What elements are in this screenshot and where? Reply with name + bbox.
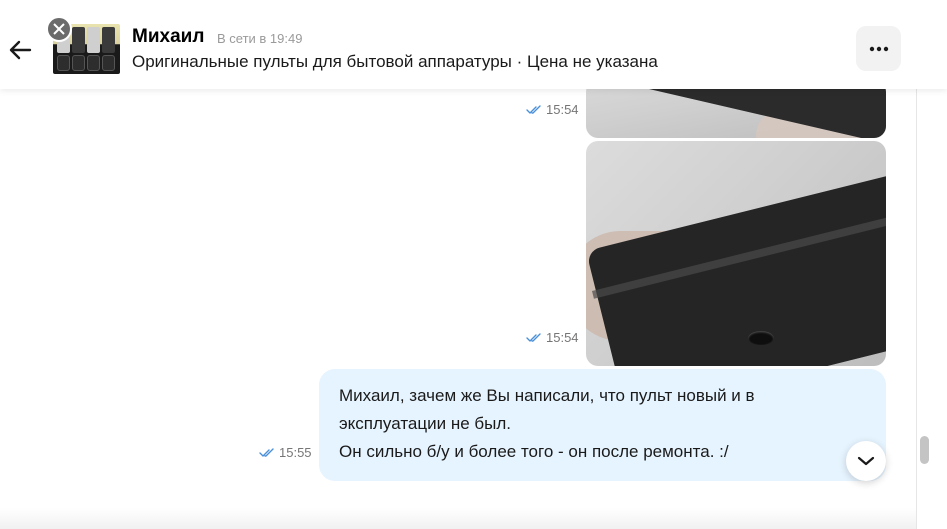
scrollbar-track[interactable] [916, 89, 917, 529]
message-line: эксплуатации не был. [339, 414, 511, 433]
message-line: Он сильно б/у и более того - он после ре… [339, 442, 729, 461]
message-time: 15:55 [279, 445, 312, 460]
more-horizontal-icon [869, 46, 888, 51]
message-photo[interactable] [586, 141, 886, 366]
double-check-icon [259, 447, 274, 457]
message-timestamp: 15:55 [259, 445, 312, 460]
double-check-icon [526, 104, 541, 114]
message-bubble[interactable]: Михаил, зачем же Вы написали, что пульт … [319, 369, 886, 481]
double-check-icon [526, 332, 541, 342]
scroll-to-bottom-button[interactable] [846, 441, 886, 481]
message-time: 15:54 [546, 102, 579, 117]
message-text: Михаил, зачем же Вы написали, что пульт … [339, 382, 866, 466]
more-menu-button[interactable] [856, 26, 901, 71]
arrow-left-icon [9, 40, 32, 60]
listing-title[interactable]: Оригинальные пульты для бытовой аппарату… [132, 52, 658, 72]
composer-shadow [0, 508, 916, 529]
scrollbar-thumb[interactable] [920, 436, 929, 464]
message-line: Михаил, зачем же Вы написали, что пульт … [339, 386, 755, 405]
back-button[interactable] [6, 36, 34, 64]
message-time: 15:54 [546, 330, 579, 345]
online-status: В сети в 19:49 [217, 31, 303, 46]
chevron-down-icon [857, 456, 875, 466]
message-timestamp: 15:54 [526, 102, 579, 117]
contact-name[interactable]: Михаил [132, 26, 204, 48]
chat-header: Михаил В сети в 19:49 Оригинальные пульт… [0, 0, 947, 89]
user-avatar-icon [53, 23, 65, 35]
message-timestamp: 15:54 [526, 330, 579, 345]
avatar[interactable] [46, 16, 72, 42]
